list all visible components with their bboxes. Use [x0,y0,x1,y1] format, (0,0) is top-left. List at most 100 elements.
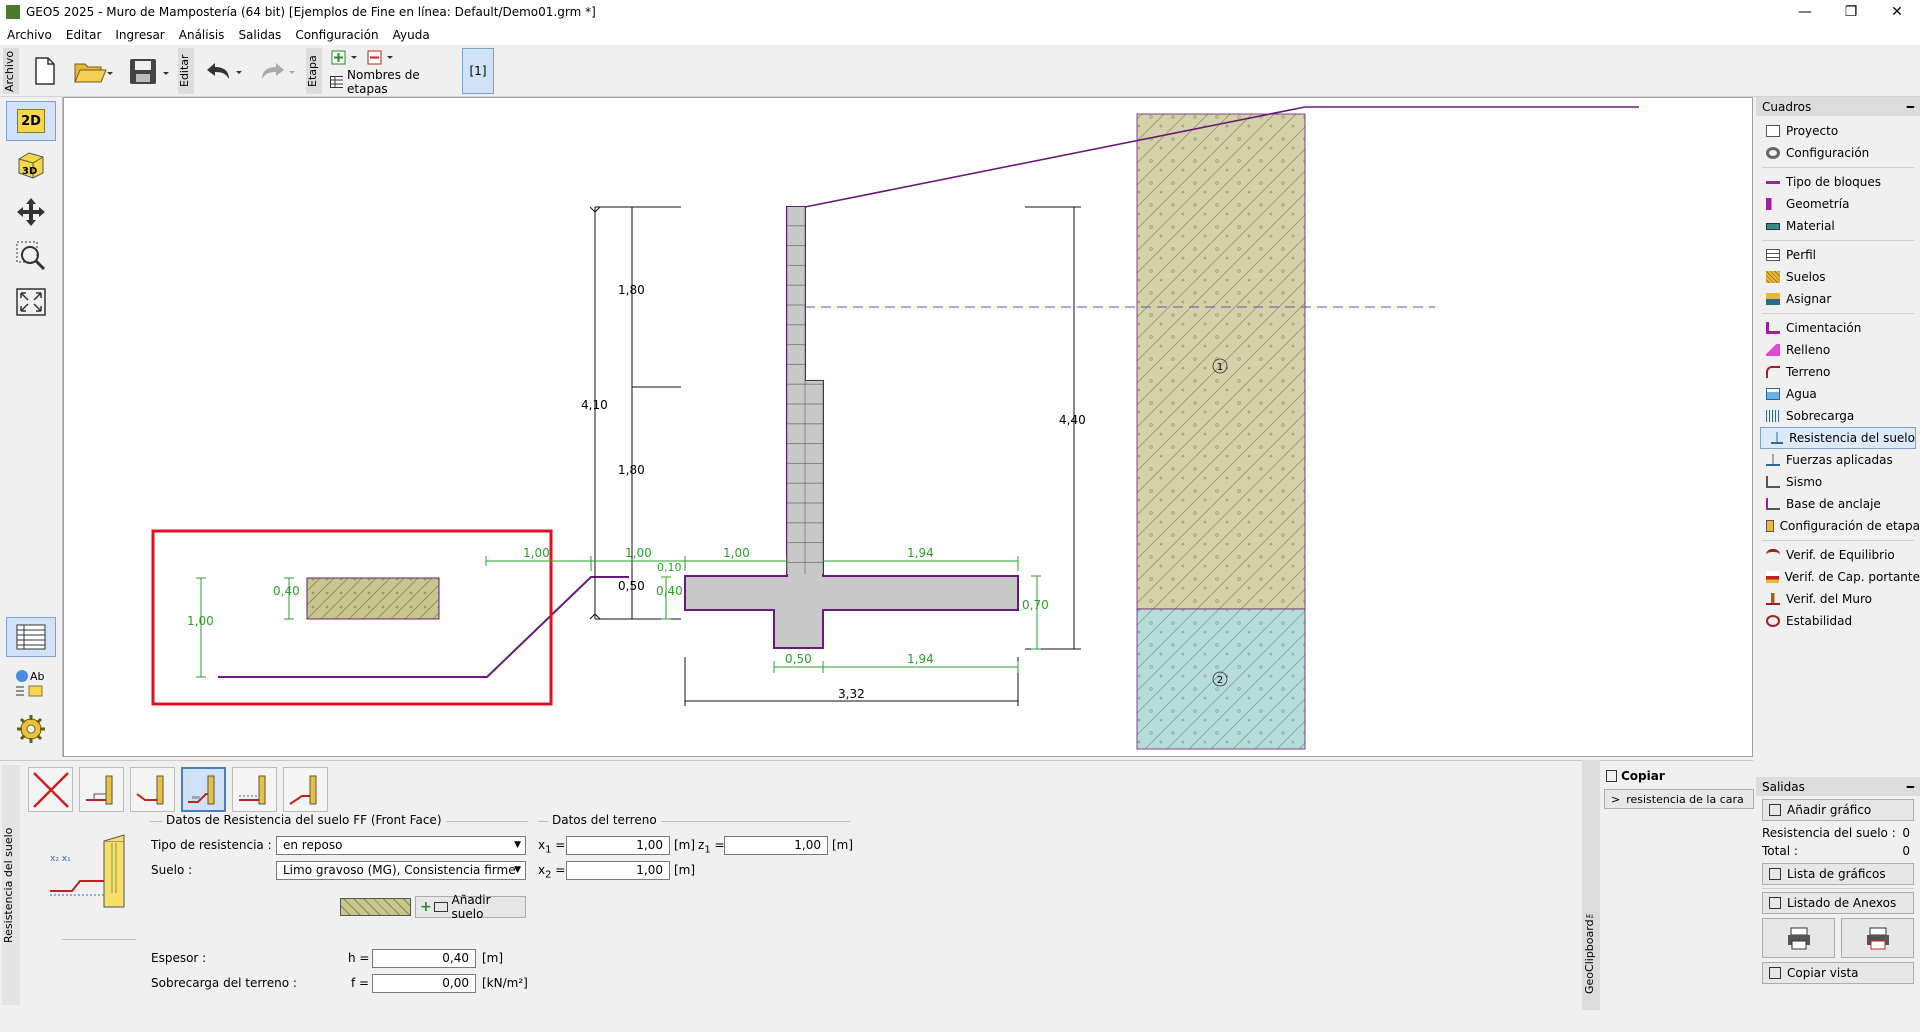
restore-button[interactable]: ❐ [1828,0,1874,24]
soil-select[interactable]: Limo gravoso (MG), Consistencia firme ▼ [276,861,526,880]
copy-resistance-button[interactable]: > resistencia de la cara [1604,789,1754,809]
resist-type-select[interactable]: en reposo ▼ [276,836,526,855]
frame-tipo-bloques[interactable]: Tipo de bloques [1756,171,1920,193]
frame-estabilidad[interactable]: Estabilidad [1756,610,1920,632]
resist-count-value: 0 [1902,826,1910,840]
copy-view-button[interactable]: Copiar vista [1762,962,1914,984]
frame-label: Fuerzas aplicadas [1786,453,1893,467]
frame-verif-equilibrio[interactable]: Verif. de Equilibrio [1756,544,1920,566]
frame-proyecto[interactable]: Proyecto [1756,120,1920,142]
wall-resistance-3-icon [187,775,214,804]
frame-verif-capacidad[interactable]: Verif. de Cap. portante [1756,566,1920,588]
stage-1-button[interactable]: [1] [462,48,494,94]
stage-names-button[interactable]: Nombres de etapas [330,68,456,96]
frame-label: Sobrecarga [1786,409,1855,423]
pan-button[interactable] [6,192,56,232]
table-icon [330,76,344,88]
dim-label-17: 3,32 [838,687,865,701]
undo-button[interactable] [200,55,246,87]
frame-label: Material [1786,219,1835,233]
add-chart-button[interactable]: Añadir gráfico [1762,799,1914,821]
minimize-button[interactable]: — [1782,0,1828,24]
copy-header[interactable]: Copiar [1606,769,1754,783]
frame-label: Verif. de Equilibrio [1786,548,1895,562]
new-file-button[interactable] [28,53,62,89]
table-view-button[interactable] [6,617,56,657]
zoom-button[interactable] [6,236,56,276]
frame-agua[interactable]: Agua [1756,383,1920,405]
remove-stage-button[interactable] [366,49,398,67]
settings-button[interactable] [6,709,56,749]
masonry-wall[interactable] [684,206,1019,649]
menu-archivo[interactable]: Archivo [0,28,59,42]
dim-label-5: 1,00 [523,546,550,560]
add-stage-button[interactable] [330,49,362,67]
frame-material[interactable]: Material [1756,215,1920,237]
close-button[interactable]: ✕ [1874,0,1920,24]
resistance-type-4-button[interactable] [232,767,277,812]
z1-input[interactable]: 1,00 [724,836,828,855]
anchor-base-icon [1766,498,1780,510]
thickness-input[interactable]: 0,40 [372,949,476,968]
menu-ingresar[interactable]: Ingresar [108,28,171,42]
geoclipboard-bar[interactable]: GeoClipboard™ [1582,760,1600,1010]
wall-resistance-4-icon [238,775,265,804]
surcharge-input[interactable]: 0,00 [372,974,476,993]
total-count-row: Total : 0 [1756,842,1920,860]
zoom-icon [16,241,46,271]
surcharge-label: Sobrecarga del terreno : [151,976,297,990]
drawing-canvas[interactable]: 1 2 1,80 1,80 4,10 4,40 1,00 1,00 1,00 0… [63,97,1753,757]
frame-relleno[interactable]: Relleno [1756,339,1920,361]
collapse-icon[interactable]: ━ [1907,100,1914,114]
print-pdf-button[interactable] [1841,918,1914,958]
resistance-type-5-button[interactable] [283,767,328,812]
print-button[interactable] [1762,918,1835,958]
chevron-down-icon: ▼ [514,865,521,875]
redo-button[interactable] [252,55,300,87]
copy-label: Copiar [1621,769,1665,783]
editar-group-label: Editar [178,48,194,94]
resistance-type-3-button[interactable] [181,767,226,812]
frame-verif-muro[interactable]: Verif. del Muro [1756,588,1920,610]
resistance-type-2-button[interactable] [130,767,175,812]
menu-editar[interactable]: Editar [59,28,109,42]
menu-salidas[interactable]: Salidas [231,28,288,42]
x1-input[interactable]: 1,00 [566,836,670,855]
add-soil-button[interactable]: + Añadir suelo [415,893,526,921]
geoclipboard-label: GeoClipboard™ [1583,906,1596,994]
collapse-icon[interactable]: ━ [1907,780,1914,794]
frame-cimentacion[interactable]: Cimentación [1756,317,1920,339]
frame-base-anclaje[interactable]: Base de anclaje [1756,493,1920,515]
frame-fuerzas[interactable]: Fuerzas aplicadas [1756,449,1920,471]
open-file-button[interactable] [70,53,116,89]
legend-view-button[interactable]: Ab [6,663,56,703]
frame-geometria[interactable]: Geometría [1756,193,1920,215]
menu-ayuda[interactable]: Ayuda [386,28,437,42]
frame-sobrecarga[interactable]: Sobrecarga [1756,405,1920,427]
dim-label-7: 1,00 [723,546,750,560]
frame-configuracion[interactable]: Configuración [1756,142,1920,164]
annex-list-button[interactable]: Listado de Anexos [1762,892,1914,914]
resistance-type-1-button[interactable] [79,767,124,812]
resistance-soil-block[interactable] [306,577,440,620]
frame-asignar[interactable]: Asignar [1756,288,1920,310]
frame-config-etapa[interactable]: Configuración de etapa [1756,515,1920,537]
frame-terreno[interactable]: Terreno [1756,361,1920,383]
chart-list-button[interactable]: Lista de gráficos [1762,863,1914,885]
fit-view-button[interactable] [6,282,56,322]
blocks-icon [1766,180,1780,184]
frame-perfil[interactable]: Perfil [1756,244,1920,266]
no-resistance-button[interactable] [28,767,73,812]
resist-type-value: en reposo [283,838,343,852]
frame-sismo[interactable]: Sismo [1756,471,1920,493]
view-3d-button[interactable]: 3D [6,145,56,185]
frame-label: Verif. del Muro [1786,592,1873,606]
frame-resistencia-suelo[interactable]: Resistencia del suelo [1760,427,1916,449]
dim-label-15: 0,50 [785,652,812,666]
x2-input[interactable]: 1,00 [566,861,670,880]
save-file-button[interactable] [124,53,174,89]
menu-analisis[interactable]: Análisis [172,28,232,42]
view-2d-button[interactable]: 2D [6,101,56,141]
menu-configuracion[interactable]: Configuración [288,28,385,42]
frame-suelos[interactable]: Suelos [1756,266,1920,288]
